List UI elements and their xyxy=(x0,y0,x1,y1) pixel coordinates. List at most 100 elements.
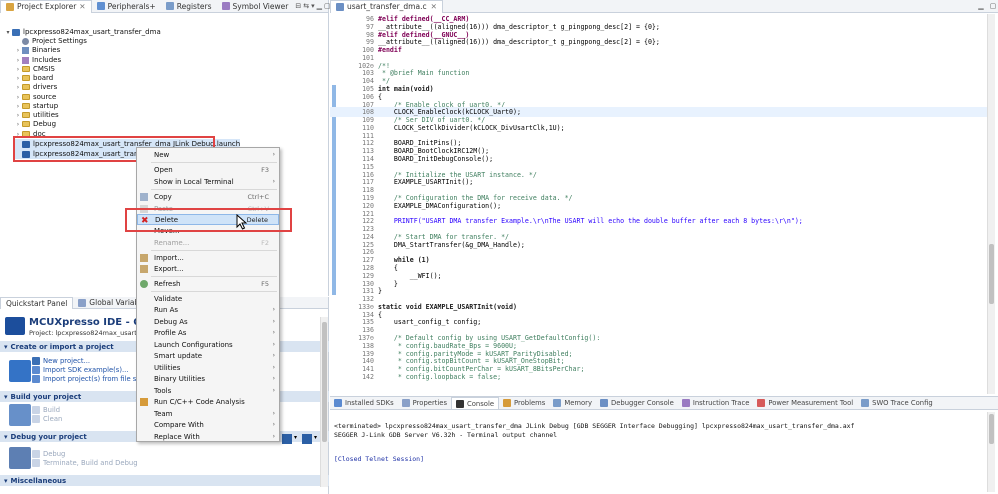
tab-quickstart[interactable]: Quickstart Panel xyxy=(0,296,74,309)
import-sdk-link[interactable]: Import SDK example(s)... xyxy=(32,366,128,374)
console-line: SEGGER J-Link GDB Server V6.32h - Termin… xyxy=(334,431,558,439)
tab-icon xyxy=(503,399,512,407)
scroll-thumb[interactable] xyxy=(989,244,994,304)
chevron-right-icon[interactable]: › xyxy=(14,112,22,119)
chevron-down-icon[interactable]: ▾ xyxy=(4,29,12,36)
debug-icon xyxy=(9,447,31,469)
menu-item-copy[interactable]: Copy Ctrl+C xyxy=(137,191,279,202)
tree-item[interactable]: › Debug xyxy=(14,119,56,129)
tab-memory[interactable]: Memory xyxy=(549,397,596,409)
collapse-all-icon[interactable]: ⊟ xyxy=(295,1,301,11)
menu-item-binary-utilities[interactable]: Binary Utilities › xyxy=(137,373,279,384)
scroll-thumb[interactable] xyxy=(989,414,994,444)
tab-peripherals[interactable]: Peripherals+ xyxy=(92,0,161,13)
scroll-thumb[interactable] xyxy=(322,322,327,442)
tab-registers[interactable]: Registers xyxy=(161,0,217,13)
chevron-right-icon[interactable]: › xyxy=(14,57,22,64)
chevron-right-icon: › xyxy=(272,306,275,313)
binaries-icon xyxy=(22,46,29,54)
folder-icon xyxy=(6,2,14,11)
menu-item-refresh[interactable]: Refresh F5 xyxy=(137,278,279,289)
tab-instruction-trace[interactable]: Instruction Trace xyxy=(678,397,754,409)
context-menu: New › Open F3 Show in Local Terminal › C… xyxy=(136,147,280,442)
tab-project-explorer[interactable]: Project Explorer ✕ xyxy=(0,0,92,13)
console-scrollbar[interactable] xyxy=(987,412,995,492)
chevron-right-icon[interactable]: › xyxy=(14,66,22,73)
minimize-icon[interactable]: ▁ xyxy=(976,1,986,11)
refresh-icon xyxy=(140,279,148,288)
clean-link[interactable]: Clean xyxy=(32,415,62,423)
menu-item-run-as[interactable]: Run As › xyxy=(137,304,279,315)
menu-item-show-in-local-terminal[interactable]: Show in Local Terminal › xyxy=(137,176,279,187)
chevron-right-icon[interactable]: › xyxy=(14,94,22,101)
tab-icon xyxy=(456,399,465,408)
console-line: <terminated> lpcxpresso824max_usart_tran… xyxy=(334,422,855,430)
menu-item-profile-as[interactable]: Profile As › xyxy=(137,327,279,338)
link-editor-icon[interactable]: ⇆ xyxy=(303,1,309,11)
tab-icon xyxy=(334,399,342,407)
console-line: [Closed Telnet Session] xyxy=(334,455,425,463)
menu-item-import[interactable]: Import... xyxy=(137,252,279,263)
tab-usart-transfer-dma[interactable]: usart_transfer_dma.c ✕ xyxy=(330,0,443,13)
tab-installed-sdks[interactable]: Installed SDKs xyxy=(330,397,398,409)
chevron-right-icon: › xyxy=(272,178,275,185)
tab-power-measurement-tool[interactable]: Power Measurement Tool xyxy=(753,397,857,409)
new-project-link[interactable]: New project... xyxy=(32,357,90,365)
chevron-down-icon: ▾ xyxy=(4,342,8,351)
minimize-icon[interactable]: ▁ xyxy=(317,1,322,11)
tab-console[interactable]: Console xyxy=(451,397,500,409)
menu-item-compare-with[interactable]: Compare With › xyxy=(137,419,279,430)
build-link[interactable]: Build xyxy=(32,406,60,414)
code-line[interactable]: 142 * config.loopback = false; xyxy=(330,372,990,382)
menu-item-validate[interactable]: Validate xyxy=(137,293,279,304)
debug-config-icon[interactable] xyxy=(302,434,312,444)
close-icon[interactable]: ✕ xyxy=(79,2,85,11)
menu-item-launch-configurations[interactable]: Launch Configurations › xyxy=(137,339,279,350)
import-icon xyxy=(32,375,40,383)
tab-debugger-console[interactable]: Debugger Console xyxy=(596,397,678,409)
console-panel: Installed SDKs Properties Console Problems M… xyxy=(330,396,998,494)
menu-item-tools[interactable]: Tools › xyxy=(137,385,279,396)
menu-item-team[interactable]: Team › xyxy=(137,408,279,419)
view-menu-icon[interactable]: ▾ xyxy=(311,1,315,11)
menu-item-replace-with[interactable]: Replace With › xyxy=(137,431,279,442)
quickstart-scrollbar[interactable] xyxy=(320,317,328,487)
chevron-right-icon[interactable]: › xyxy=(14,121,22,128)
terminate-icon xyxy=(32,459,40,467)
tab-icon xyxy=(401,399,410,407)
chevron-right-icon[interactable]: › xyxy=(14,75,22,82)
tree-item[interactable]: › Binaries xyxy=(14,45,60,55)
menu-item-new[interactable]: New › xyxy=(137,149,279,160)
terminate-build-debug-link[interactable]: Terminate, Build and Debug xyxy=(32,459,138,467)
dropdown-icon[interactable]: ▾ xyxy=(294,434,300,444)
tree-item[interactable]: › drivers xyxy=(14,82,57,92)
tab-problems[interactable]: Problems xyxy=(499,397,549,409)
menu-item-utilities[interactable]: Utilities › xyxy=(137,362,279,373)
tab-properties[interactable]: Properties xyxy=(398,397,451,409)
menu-item-open[interactable]: Open F3 xyxy=(137,164,279,175)
bug-icon xyxy=(32,450,40,458)
folder-icon xyxy=(22,75,30,81)
tab-swo-trace-config[interactable]: SWO Trace Config xyxy=(857,397,937,409)
chevron-right-icon[interactable]: › xyxy=(14,103,22,110)
menu-item-debug-as[interactable]: Debug As › xyxy=(137,316,279,327)
menu-item-code-analysis[interactable]: Run C/C++ Code Analysis xyxy=(137,396,279,407)
section-miscellaneous[interactable]: ▾ Miscellaneous xyxy=(0,475,329,486)
menu-item-rename[interactable]: Rename... F2 xyxy=(137,237,279,248)
tab-symbol-viewer[interactable]: Symbol Viewer xyxy=(217,0,294,13)
registers-icon xyxy=(165,2,174,10)
code-editor: usart_transfer_dma.c ✕ ▁ ▢ 96 #elif defin… xyxy=(330,0,998,396)
maximize-icon[interactable]: ▢ xyxy=(988,1,998,11)
chevron-right-icon: › xyxy=(272,329,275,336)
chevron-right-icon[interactable]: › xyxy=(14,47,22,54)
chevron-right-icon[interactable]: › xyxy=(14,84,22,91)
menu-item-export[interactable]: Export... xyxy=(137,263,279,274)
analysis-icon xyxy=(140,397,148,406)
close-icon[interactable]: ✕ xyxy=(431,2,437,11)
menu-item-smart-update[interactable]: Smart update › xyxy=(137,350,279,361)
editor-scrollbar[interactable] xyxy=(987,14,995,394)
debug-link[interactable]: Debug xyxy=(32,450,65,458)
debug-launch-icon[interactable] xyxy=(282,434,292,444)
tab-icon xyxy=(757,399,766,407)
highlight-delete xyxy=(125,208,292,232)
